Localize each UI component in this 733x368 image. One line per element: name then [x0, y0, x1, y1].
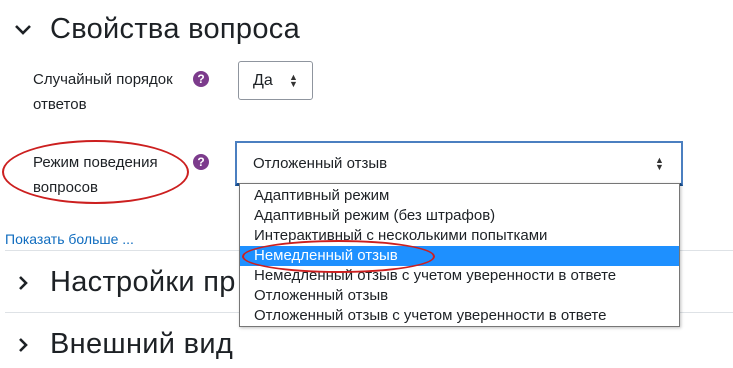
dropdown-option[interactable]: Адаптивный режим	[240, 186, 679, 206]
chevron-right-icon[interactable]	[17, 335, 29, 357]
shuffle-answers-value: Да	[253, 72, 273, 89]
section-title-appearance[interactable]: Внешний вид	[50, 328, 233, 361]
up-down-arrows-icon: ▲ ▼	[289, 72, 298, 89]
dropdown-option[interactable]: Немедленный отзыв с учетом уверенности в…	[240, 266, 679, 286]
dropdown-option[interactable]: Отложенный отзыв	[240, 286, 679, 306]
show-more-link[interactable]: Показать больше ...	[5, 231, 134, 247]
up-down-arrows-icon: ▲ ▼	[655, 155, 664, 172]
question-behaviour-label: Режим поведения вопросов	[33, 154, 158, 196]
section-title-settings[interactable]: Настройки пр	[50, 266, 236, 299]
chevron-right-icon[interactable]	[17, 273, 29, 295]
question-behaviour-value: Отложенный отзыв	[253, 155, 388, 172]
dropdown-option[interactable]: Адаптивный режим (без штрафов)	[240, 206, 679, 226]
help-icon[interactable]: ?	[193, 154, 209, 170]
question-behaviour-dropdown[interactable]: Адаптивный режим Адаптивный режим (без ш…	[239, 183, 680, 327]
dropdown-option[interactable]: Интерактивный с несколькими попытками	[240, 226, 679, 246]
chevron-down-icon[interactable]	[14, 19, 32, 41]
section-title-question-properties[interactable]: Свойства вопроса	[50, 13, 300, 46]
shuffle-answers-select[interactable]: Да ▲ ▼	[238, 61, 313, 100]
question-behaviour-select[interactable]: Отложенный отзыв ▲ ▼	[235, 141, 683, 186]
dropdown-option[interactable]: Отложенный отзыв с учетом уверенности в …	[240, 306, 679, 326]
help-icon[interactable]: ?	[193, 71, 209, 87]
shuffle-answers-label: Случайный порядок ответов	[33, 71, 173, 113]
dropdown-option-highlighted[interactable]: Немедленный отзыв	[240, 246, 679, 266]
